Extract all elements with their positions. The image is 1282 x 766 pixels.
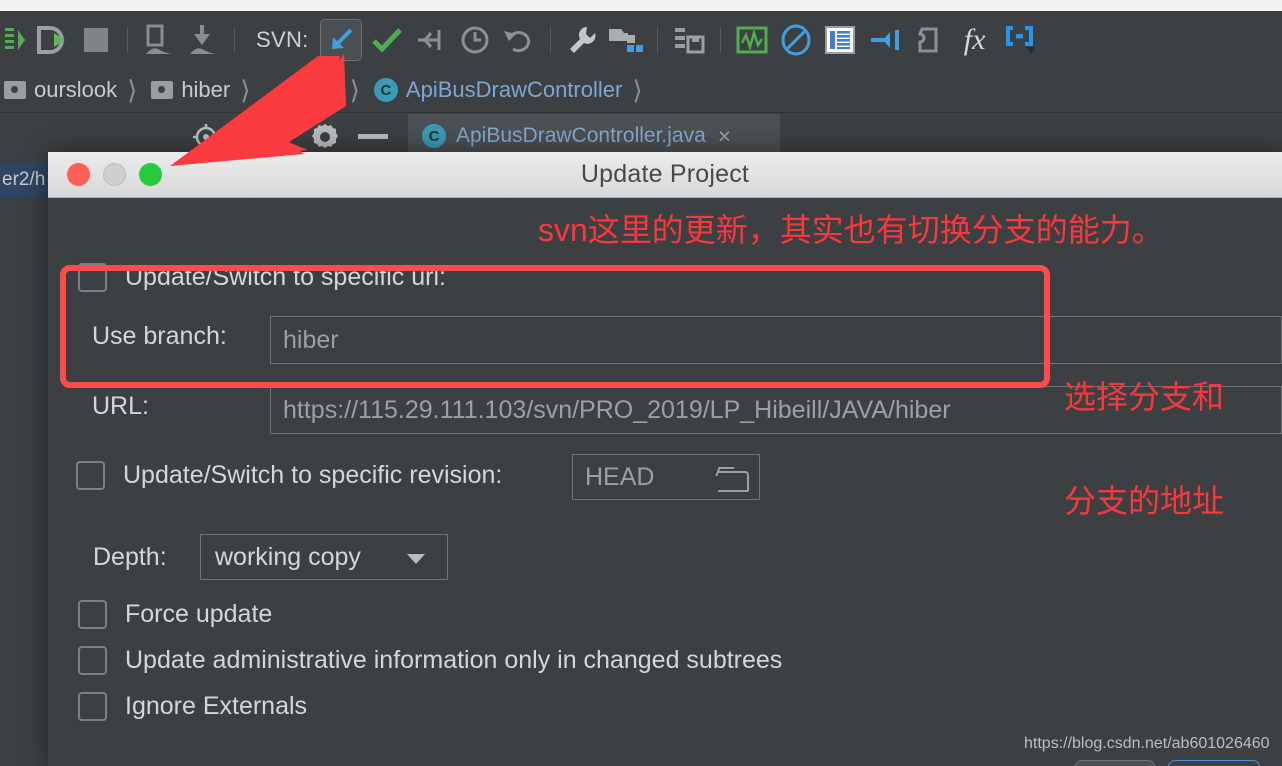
force-update-checkbox[interactable] <box>78 600 107 629</box>
settings-wrench-icon[interactable] <box>560 11 604 68</box>
svn-history-icon[interactable] <box>453 11 497 68</box>
force-update-label: Force update <box>125 600 273 628</box>
specific-url-label: Update/Switch to specific url: <box>125 263 446 291</box>
annotation-right-line1: 选择分支和 <box>1064 379 1225 416</box>
fx-icon[interactable]: fx <box>950 11 1000 68</box>
force-update-row[interactable]: Force update <box>78 600 272 629</box>
toolbar-divider <box>656 26 658 53</box>
chevron-right-icon: ⟩ <box>632 74 643 105</box>
project-structure-icon[interactable] <box>604 11 648 68</box>
toolbar-divider <box>234 26 235 53</box>
admin-info-label: Update administrative information only i… <box>125 646 783 674</box>
watermark-url: https://blog.csdn.net/ab601026460 <box>1024 735 1270 752</box>
depth-dropdown[interactable]: working copy <box>200 534 448 580</box>
specific-revision-row[interactable]: Update/Switch to specific revision: <box>76 461 502 490</box>
admin-info-row[interactable]: Update administrative information only i… <box>78 646 782 675</box>
specific-revision-label: Update/Switch to specific revision: <box>123 461 503 489</box>
breadcrumb-item-class[interactable]: C ApiBusDrawController <box>370 68 622 113</box>
ignore-externals-label: Ignore Externals <box>125 692 308 720</box>
cancel-button[interactable] <box>1075 760 1155 766</box>
run-with-coverage-icon[interactable] <box>0 11 30 68</box>
toolbar-divider <box>719 26 721 53</box>
url-label: URL: <box>92 392 149 420</box>
annotation-right-note: 选择分支和 分支的地址 <box>1064 311 1224 553</box>
specific-url-checkbox[interactable] <box>78 263 107 292</box>
chevron-down-icon <box>407 554 425 564</box>
debug-icon[interactable] <box>30 11 74 68</box>
project-tree-selected-item[interactable]: er2/h <box>0 162 48 198</box>
menu-strip <box>0 0 1282 11</box>
use-branch-label: Use branch: <box>92 322 227 350</box>
specific-revision-checkbox[interactable] <box>76 461 105 490</box>
breadcrumb-label: ApiBusDrawController <box>405 77 623 102</box>
svn-label: SVN: <box>256 26 309 52</box>
url-label-wrap: URL: <box>92 392 149 421</box>
toolbar-divider <box>127 26 128 53</box>
red-arrow-annotation <box>168 54 388 170</box>
depth-label: Depth: <box>93 543 167 571</box>
breadcrumb-item-ourslook[interactable]: ourslook <box>0 68 117 113</box>
log-view-icon[interactable] <box>818 11 862 68</box>
plugin-icon[interactable] <box>906 11 950 68</box>
annotation-right-line2: 分支的地址 <box>1064 482 1225 519</box>
use-branch-label-wrap: Use branch: <box>92 322 227 351</box>
specific-url-row[interactable]: Update/Switch to specific url: <box>78 263 446 292</box>
browse-folder-icon[interactable] <box>717 467 749 492</box>
folder-icon <box>4 81 26 99</box>
ok-button[interactable] <box>1168 760 1260 766</box>
revision-input[interactable]: HEAD <box>572 454 760 500</box>
depth-value: working copy <box>215 542 361 571</box>
chevron-right-icon: ⟩ <box>127 74 138 105</box>
toolbar-divider <box>549 26 551 53</box>
ignore-externals-checkbox[interactable] <box>78 692 107 721</box>
profiler-icon[interactable] <box>730 11 774 68</box>
editor-tab-label: ApiBusDrawController.java <box>456 124 706 147</box>
svn-integrate-icon[interactable] <box>409 11 453 68</box>
close-icon[interactable]: × <box>718 123 731 150</box>
project-tree-strip <box>0 160 48 766</box>
annotation-top-note: svn这里的更新，其实也有切换分支的能力。 <box>538 212 1164 248</box>
java-class-icon: C <box>422 124 446 148</box>
stop-icon <box>74 11 118 68</box>
save-all-icon[interactable] <box>667 11 711 68</box>
depth-label-wrap: Depth: <box>93 543 167 572</box>
step-into-icon[interactable] <box>862 11 906 68</box>
mute-breakpoints-icon[interactable] <box>774 11 818 68</box>
svn-revert-icon[interactable] <box>497 11 541 68</box>
ignore-externals-row[interactable]: Ignore Externals <box>78 692 307 721</box>
console-icon[interactable] <box>1000 11 1044 68</box>
revision-value: HEAD <box>585 462 655 491</box>
breadcrumb-label: ourslook <box>34 77 118 102</box>
admin-info-checkbox[interactable] <box>78 646 107 675</box>
